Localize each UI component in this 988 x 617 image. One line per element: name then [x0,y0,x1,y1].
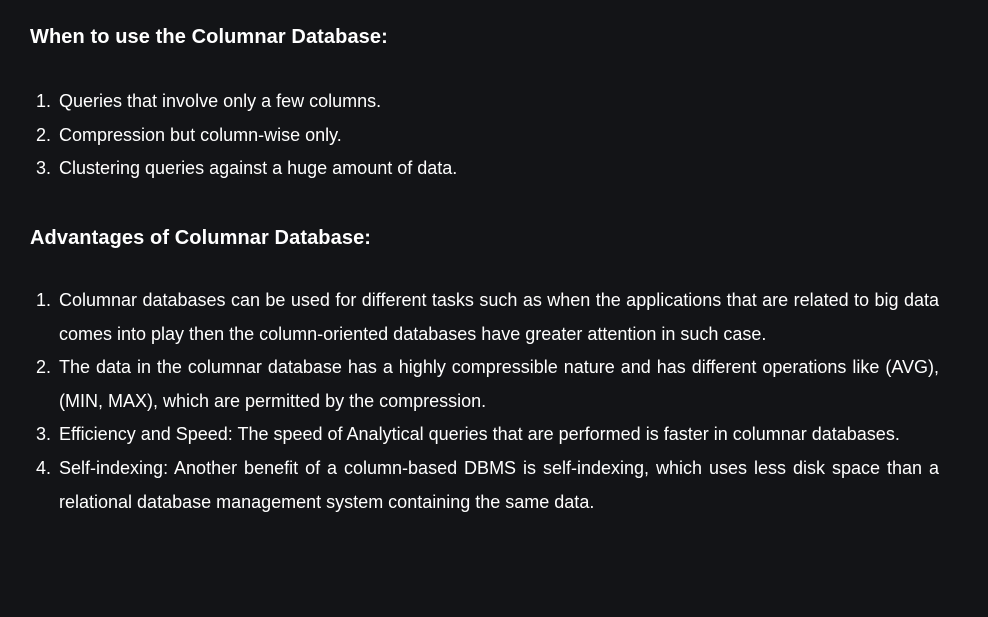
list-item: 2. Compression but column-wise only. [36,119,939,153]
list-item-number: 2. [36,124,52,145]
list-item: 1. Columnar databases can be used for di… [36,284,939,351]
list-item-number: 3. [36,158,52,179]
list-item: 4. Self-indexing: Another benefit of a c… [36,452,939,519]
list-item-text: Queries that involve only a few columns. [59,91,382,111]
list-item: 2. The data in the columnar database has… [36,351,939,418]
list-item: 1. Queries that involve only a few colum… [36,85,939,119]
list-item-text: Columnar databases can be used for diffe… [59,290,939,344]
list-item-text: Efficiency and Speed: The speed of Analy… [59,424,900,445]
list-item-number: 1. [36,290,52,310]
list-item-text: Compression but column-wise only. [59,124,342,145]
list-item-text: The data in the columnar database has a … [59,357,939,411]
list-item-text: Clustering queries against a huge amount… [59,158,458,179]
list-item-number: 3. [36,424,52,445]
section-heading-when-to-use: When to use the Columnar Database: [30,26,388,48]
list-item: 3. Clustering queries against a huge amo… [36,152,939,186]
list-item-number: 1. [36,91,52,111]
list-item: 3. Efficiency and Speed: The speed of An… [36,418,939,452]
advantages-list: 1. Columnar databases can be used for di… [36,284,939,519]
list-item-text: Self-indexing: Another benefit of a colu… [59,457,939,512]
list-item-number: 4. [36,457,52,478]
list-item-number: 2. [36,357,52,378]
document-content: When to use the Columnar Database: 1. Qu… [0,0,988,617]
when-to-use-list: 1. Queries that involve only a few colum… [36,85,939,186]
section-heading-advantages: Advantages of Columnar Database: [30,227,372,249]
